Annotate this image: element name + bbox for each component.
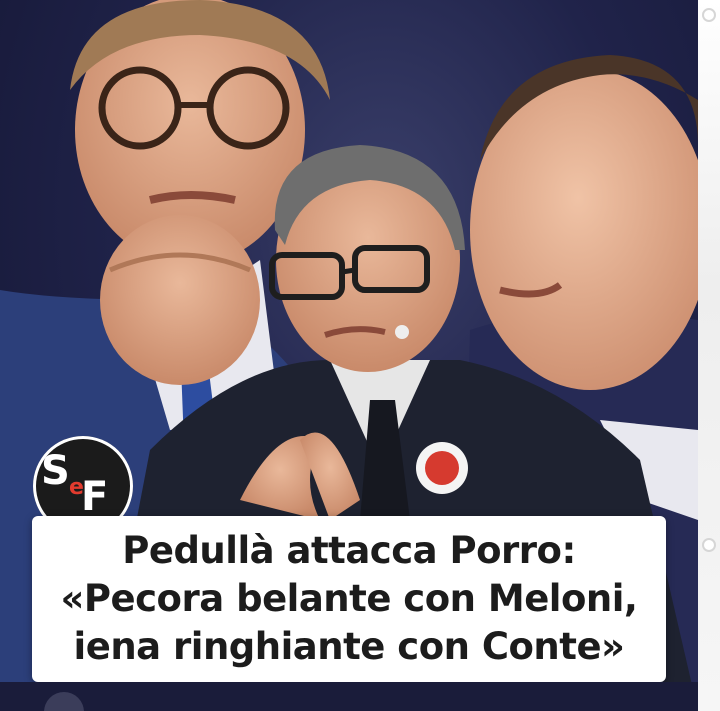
- bottom-edge: [0, 682, 698, 711]
- indicator-dot: [702, 538, 716, 552]
- headline-caption: Pedullà attacca Porro: «Pecora belante c…: [32, 516, 666, 682]
- indicator-dot: [702, 8, 716, 22]
- headline-line-1: Pedullà attacca Porro:: [122, 529, 576, 572]
- side-scroll-strip: [698, 0, 720, 711]
- svg-text:F: F: [81, 474, 108, 520]
- headline-line-3: iena ringhiante con Conte»: [73, 625, 625, 668]
- svg-text:S: S: [41, 448, 70, 494]
- partial-avatar: [44, 692, 84, 711]
- sef-logo-mark: S e F: [41, 448, 108, 520]
- thumbnail-image[interactable]: S e F Pedullà attacca Porro: «Pecora bel…: [0, 0, 698, 711]
- headline-line-2: «Pecora belante con Meloni,: [60, 577, 638, 620]
